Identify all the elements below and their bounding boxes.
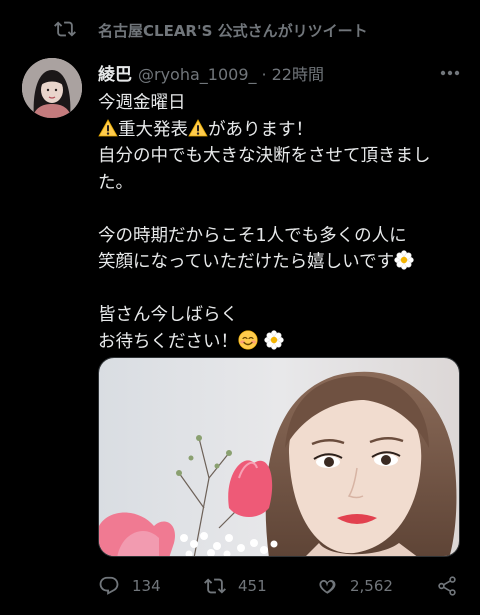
tweet-text: 今週金曜日 重大発表 があります！ 自分の中でも大きな決断をさせて頂きまし た。… — [98, 90, 460, 355]
reply-icon — [99, 576, 119, 595]
warning-icon — [188, 118, 208, 136]
tweet-line: 皆さん今しばらく — [98, 305, 238, 325]
tweet-actions: 134 451 2,562 — [98, 574, 460, 598]
tweet-timestamp[interactable]: 22時間 — [272, 61, 324, 85]
user-handle[interactable]: @ryoha_1009_ — [138, 65, 257, 84]
tweet-line-segment: お待ちください！ — [98, 331, 238, 352]
retweet-icon — [54, 21, 76, 37]
smiling-face-icon — [238, 329, 258, 350]
share-icon — [438, 576, 456, 596]
tweet-header: 綾巴 @ryoha_1009_ · 22時間 — [98, 60, 324, 86]
avatar[interactable] — [22, 58, 82, 118]
more-options-icon[interactable] — [440, 70, 460, 76]
tweet-line-segment: 笑顔になっていただけたら嬉しいです — [98, 252, 395, 272]
photo-image — [99, 358, 459, 556]
tweet-line: 今週金曜日 — [98, 93, 186, 113]
blossom-icon — [263, 329, 284, 350]
avatar-image — [22, 58, 82, 118]
like-count: 2,562 — [350, 577, 393, 595]
reply-count: 134 — [132, 577, 161, 595]
tweet-line: 今の時期だからこそ1人でも多くの人に — [98, 225, 407, 246]
warning-icon — [98, 118, 118, 136]
reply-button[interactable]: 134 — [98, 574, 161, 598]
like-button[interactable]: 2,562 — [316, 574, 393, 598]
tweet-line: 自分の中でも大きな決断をさせて頂きまし — [98, 146, 431, 166]
display-name[interactable]: 綾巴 — [98, 60, 132, 85]
retweet-icon — [204, 578, 226, 594]
tweet-line-segment: があります！ — [208, 119, 313, 140]
retweet-button[interactable]: 451 — [204, 574, 267, 598]
tweet-line: お待ちください！ — [98, 329, 460, 356]
retweeter-label[interactable]: 名古屋CLEAR'S 公式さんがリツイート — [98, 20, 368, 41]
tweet-line-segment: 重大発表 — [118, 119, 188, 140]
tweet-photo[interactable] — [98, 357, 460, 557]
blossom-icon — [394, 250, 414, 270]
share-button[interactable] — [436, 574, 458, 598]
tweet-line: 重大発表 があります！ — [98, 117, 460, 144]
heart-icon — [319, 580, 336, 594]
tweet-line: 笑顔になっていただけたら嬉しいです — [98, 249, 460, 276]
retweet-count: 451 — [238, 577, 267, 595]
separator-dot: · — [261, 65, 267, 84]
tweet-line: た。 — [98, 172, 133, 193]
